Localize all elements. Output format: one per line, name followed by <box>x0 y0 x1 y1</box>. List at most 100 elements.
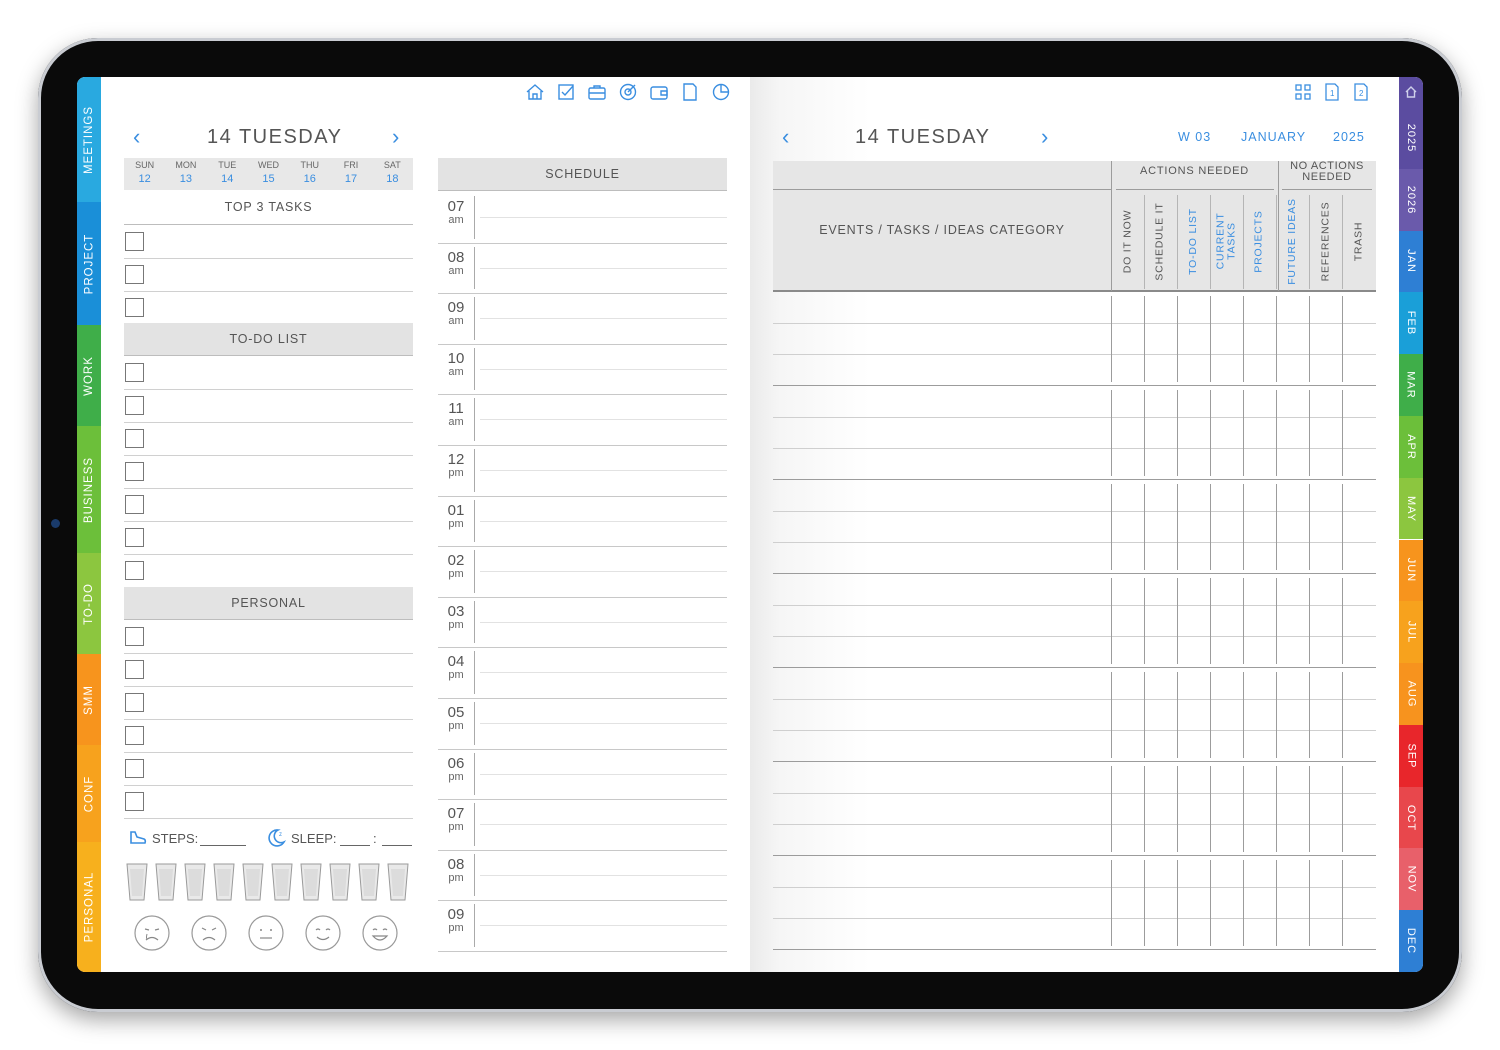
steps-input[interactable] <box>200 845 246 846</box>
month-tab-mar[interactable]: MAR <box>1399 354 1423 416</box>
month-tab-aug[interactable]: AUG <box>1399 663 1423 725</box>
week-day-tue[interactable]: TUE 14 <box>207 158 248 190</box>
month-tab-apr[interactable]: APR <box>1399 415 1423 478</box>
week-day-sun[interactable]: SUN 12 <box>124 158 165 190</box>
todo-item-checkbox[interactable] <box>125 396 144 415</box>
prev-day-arrow-icon[interactable]: ‹ <box>782 124 789 150</box>
month-tab-2025[interactable]: 2025 <box>1399 107 1423 169</box>
month-tab-oct[interactable]: OCT <box>1399 786 1423 849</box>
home-icon[interactable] <box>524 81 546 103</box>
sleep-minutes-input[interactable] <box>382 845 412 846</box>
section-tab-conf[interactable]: CONF <box>77 745 101 842</box>
water-glass-icon[interactable] <box>242 863 264 901</box>
schedule-slot[interactable]: 07 am <box>438 192 727 244</box>
month-tab-jan[interactable]: JAN <box>1399 230 1423 293</box>
month-tab-2026[interactable]: 2026 <box>1399 168 1423 231</box>
page-2-icon[interactable]: 2 <box>1350 81 1372 103</box>
schedule-slot[interactable]: 01 pm <box>438 496 727 548</box>
water-glass-icon[interactable] <box>271 863 293 901</box>
water-glass-icon[interactable] <box>184 863 206 901</box>
entry-block[interactable] <box>773 762 1111 856</box>
top3-task-checkbox[interactable] <box>125 298 144 317</box>
target-icon[interactable] <box>617 81 639 103</box>
schedule-slot[interactable]: 11 am <box>438 394 727 446</box>
water-glass-icon[interactable] <box>329 863 351 901</box>
week-day-mon[interactable]: MON 13 <box>165 158 206 190</box>
schedule-slot[interactable]: 10 am <box>438 344 727 396</box>
layout-grid-icon[interactable] <box>1292 81 1314 103</box>
briefcase-icon[interactable] <box>586 81 608 103</box>
water-glass-icon[interactable] <box>358 863 380 901</box>
section-tab-meetings[interactable]: MEETINGS <box>77 77 101 202</box>
top3-task-checkbox[interactable] <box>125 232 144 251</box>
personal-item-checkbox[interactable] <box>125 759 144 778</box>
schedule-slot[interactable]: 06 pm <box>438 749 727 801</box>
section-tab-smm[interactable]: SMM <box>77 654 101 745</box>
smile-face-icon[interactable] <box>305 915 341 951</box>
note-icon[interactable] <box>679 81 701 103</box>
month-tab-nov[interactable]: NOV <box>1399 848 1423 911</box>
water-glass-icon[interactable] <box>155 863 177 901</box>
entry-block[interactable] <box>773 574 1111 668</box>
entry-block[interactable] <box>773 386 1111 480</box>
check-icon[interactable] <box>555 81 577 103</box>
todo-item-checkbox[interactable] <box>125 429 144 448</box>
section-tab-personal[interactable]: PERSONAL <box>77 842 101 972</box>
entry-block[interactable] <box>773 856 1111 950</box>
page-1-icon[interactable]: 1 <box>1321 81 1343 103</box>
schedule-slot[interactable]: 03 pm <box>438 597 727 649</box>
todo-item-checkbox[interactable] <box>125 462 144 481</box>
sleep-hours-input[interactable] <box>340 845 370 846</box>
next-day-arrow-icon[interactable]: › <box>1041 124 1048 150</box>
month-link[interactable]: JANUARY <box>1241 130 1306 144</box>
personal-item-checkbox[interactable] <box>125 627 144 646</box>
happy-face-icon[interactable] <box>362 915 398 951</box>
month-tab-jun[interactable]: JUN <box>1399 539 1423 602</box>
wallet-icon[interactable] <box>648 81 670 103</box>
personal-item-checkbox[interactable] <box>125 726 144 745</box>
pie-chart-icon[interactable] <box>710 81 732 103</box>
todo-item-checkbox[interactable] <box>125 561 144 580</box>
crying-face-icon[interactable] <box>134 915 170 951</box>
month-tab-feb[interactable]: FEB <box>1399 292 1423 355</box>
section-tab-business[interactable]: BUSINESS <box>77 426 101 553</box>
schedule-slot[interactable]: 05 pm <box>438 698 727 750</box>
section-tab-to-do[interactable]: TO-DO <box>77 553 101 654</box>
month-tab-may[interactable]: MAY <box>1399 477 1423 540</box>
month-tab-dec[interactable]: DEC <box>1399 910 1423 972</box>
week-day-wed[interactable]: WED 15 <box>248 158 289 190</box>
week-day-fri[interactable]: FRI 17 <box>330 158 371 190</box>
schedule-slot[interactable]: 09 am <box>438 293 727 345</box>
schedule-slot[interactable]: 02 pm <box>438 546 727 598</box>
next-day-arrow-icon[interactable]: › <box>392 124 399 150</box>
water-glass-icon[interactable] <box>126 863 148 901</box>
schedule-slot[interactable]: 09 pm <box>438 900 727 952</box>
schedule-slot[interactable]: 08 am <box>438 243 727 295</box>
todo-item-checkbox[interactable] <box>125 528 144 547</box>
schedule-slot[interactable]: 12 pm <box>438 445 727 497</box>
personal-item-checkbox[interactable] <box>125 792 144 811</box>
todo-item-checkbox[interactable] <box>125 363 144 382</box>
entry-block[interactable] <box>773 668 1111 762</box>
water-glass-icon[interactable] <box>213 863 235 901</box>
section-tab-project[interactable]: PROJECT <box>77 202 101 325</box>
neutral-face-icon[interactable] <box>248 915 284 951</box>
water-glass-icon[interactable] <box>300 863 322 901</box>
entry-block[interactable] <box>773 480 1111 574</box>
week-day-thu[interactable]: THU 16 <box>289 158 330 190</box>
entry-block[interactable] <box>773 292 1111 386</box>
sad-face-icon[interactable] <box>191 915 227 951</box>
year-link[interactable]: 2025 <box>1333 130 1365 144</box>
prev-day-arrow-icon[interactable]: ‹ <box>133 124 140 150</box>
schedule-slot[interactable]: 04 pm <box>438 647 727 699</box>
personal-item-checkbox[interactable] <box>125 693 144 712</box>
section-tab-work[interactable]: WORK <box>77 325 101 426</box>
home-tab[interactable] <box>1399 77 1423 107</box>
month-tab-jul[interactable]: JUL <box>1399 601 1423 664</box>
week-link[interactable]: W 03 <box>1178 130 1211 144</box>
water-glass-icon[interactable] <box>387 863 409 901</box>
schedule-slot[interactable]: 07 pm <box>438 799 727 851</box>
month-tab-sep[interactable]: SEP <box>1399 724 1423 787</box>
top3-task-checkbox[interactable] <box>125 265 144 284</box>
schedule-slot[interactable]: 08 pm <box>438 850 727 902</box>
